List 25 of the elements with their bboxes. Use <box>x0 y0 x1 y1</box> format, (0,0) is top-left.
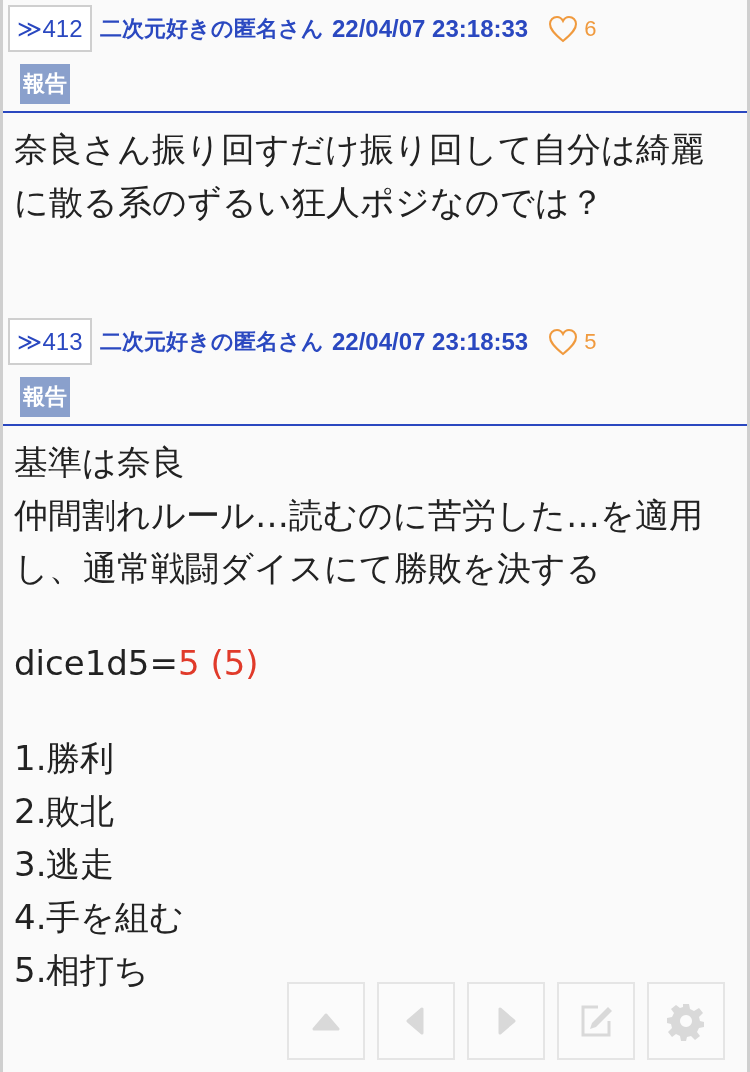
post-text: 2.敗北 <box>14 790 116 833</box>
post-number-link[interactable]: ≫412 <box>8 5 92 52</box>
edit-button[interactable] <box>557 982 635 1060</box>
like-count: 5 <box>584 328 597 355</box>
like-count: 6 <box>584 15 597 42</box>
post-text: 5.相打ち <box>14 949 151 992</box>
post-timestamp: 22/04/07 23:18:53 <box>332 327 529 356</box>
post-text: 仲間割れルール…読むのに苦労した…を適用し、通常戦闘ダイスにて勝敗を決する <box>14 494 704 590</box>
heart-icon[interactable] <box>548 327 579 356</box>
right-triangle-button[interactable] <box>467 982 545 1060</box>
settings-button[interactable] <box>647 982 725 1060</box>
settings-icon <box>666 1001 706 1041</box>
left-triangle-button[interactable] <box>377 982 455 1060</box>
post-text: 4.手を組む <box>14 896 186 939</box>
author-name: 二次元好きの匿名さん <box>100 14 324 43</box>
post-text: dice1d5=5 (5) <box>14 642 260 685</box>
post-timestamp: 22/04/07 23:18:33 <box>332 14 529 43</box>
post-number-link[interactable]: ≫413 <box>8 318 92 365</box>
heart-icon[interactable] <box>548 14 579 43</box>
post-text: 基準は奈良 <box>14 441 186 484</box>
post-text: 3.逃走 <box>14 843 116 886</box>
post-text: 奈良さん振り回すだけ振り回して自分は綺麗に散る系のずるい狂人ポジなのでは？ <box>14 128 705 224</box>
up-triangle-button[interactable] <box>287 982 365 1060</box>
post-text: 1.勝利 <box>14 737 116 780</box>
author-name: 二次元好きの匿名さん <box>100 327 324 356</box>
